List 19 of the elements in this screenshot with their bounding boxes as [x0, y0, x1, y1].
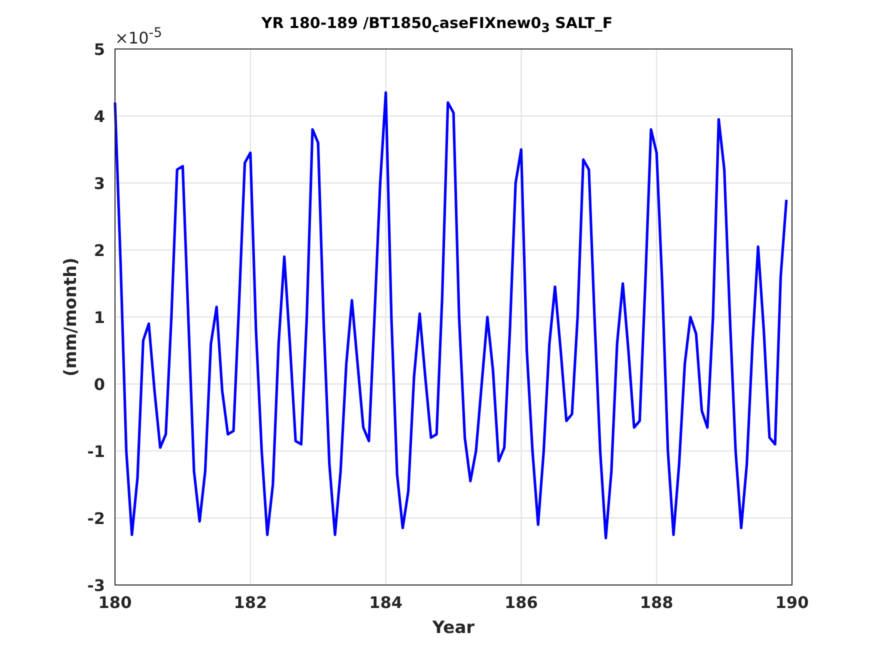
y-tick-label: 3	[94, 174, 105, 193]
x-tick-label: 184	[369, 593, 402, 612]
y-tick-label: 1	[94, 308, 105, 327]
y-tick-label: 4	[94, 107, 105, 126]
y-axis-label: (mm/month)	[61, 258, 81, 376]
y-tick-label: -2	[87, 509, 105, 528]
chart-title: YR 180-189 /BT1850$_{c}$aseFIXnew0$_{3}$ SALT_F	[261, 14, 613, 35]
x-tick-label: 188	[640, 593, 674, 612]
y-tick-label: -1	[87, 442, 105, 461]
x-tick-label: 190	[775, 593, 809, 612]
x-tick-label: 180	[98, 593, 132, 612]
x-axis-label: Year	[432, 618, 475, 638]
x-tick-label: 186	[504, 593, 538, 612]
y-tick-label: -3	[87, 576, 105, 595]
y-tick-label: 5	[94, 40, 105, 59]
axis-exponent: ×10$^{-5}$	[115, 26, 162, 48]
y-tick-label: 2	[94, 241, 105, 260]
y-tick-label: 0	[94, 375, 105, 394]
x-tick-label: 182	[234, 593, 268, 612]
